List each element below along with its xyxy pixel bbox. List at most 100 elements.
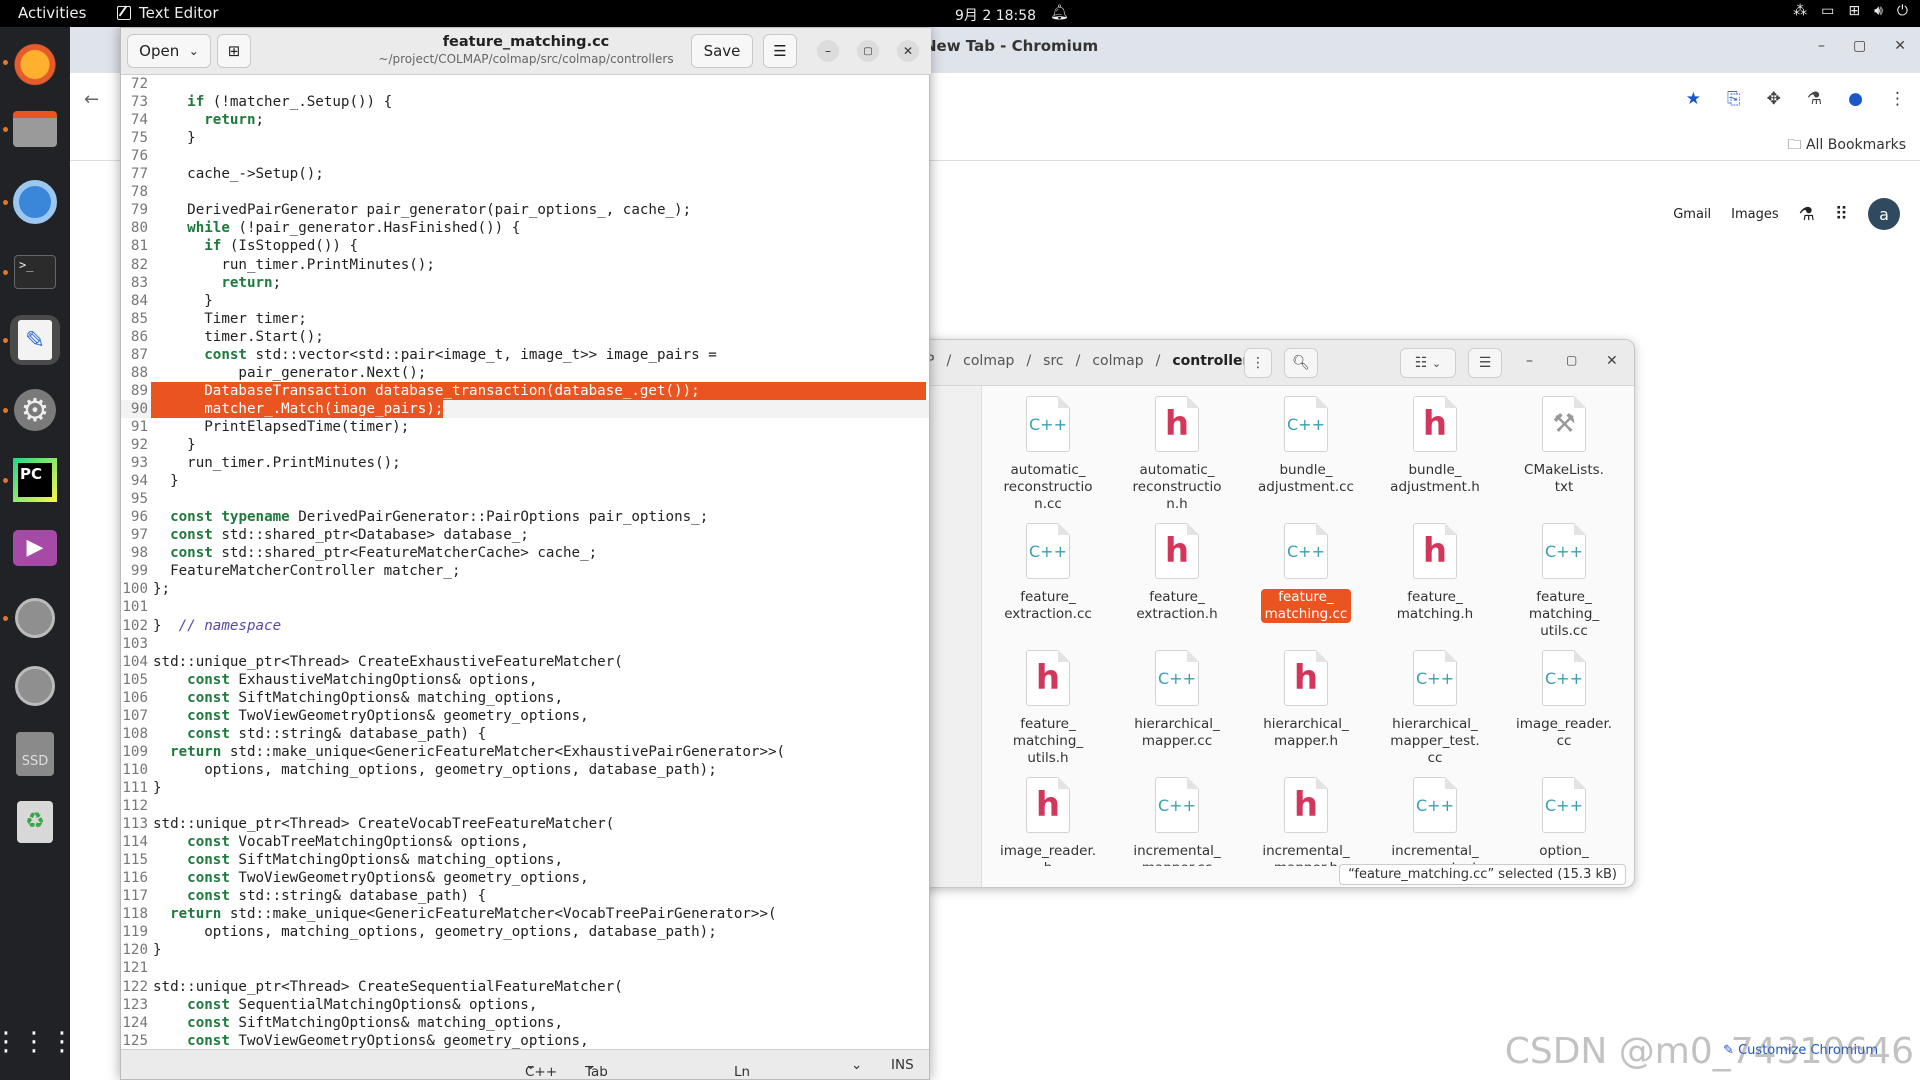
code-line[interactable]: 86 timer.Start(); bbox=[121, 328, 929, 346]
code-line[interactable]: 90 matcher_.Match(image_pairs); bbox=[121, 399, 929, 418]
file-item[interactable]: C++ bundle_ adjustment.cc bbox=[1246, 396, 1366, 496]
settings-icon[interactable]: ⚙ bbox=[10, 385, 60, 435]
code-line[interactable]: 102} // namespace bbox=[121, 617, 929, 635]
file-item[interactable]: C++ image_reader. cc bbox=[1504, 650, 1624, 750]
media-player-icon[interactable]: ▶ bbox=[10, 523, 60, 573]
labs-flask-icon[interactable]: ⚗ bbox=[1799, 204, 1815, 225]
gmail-link[interactable]: Gmail bbox=[1673, 207, 1711, 222]
code-line[interactable]: 82 run_timer.PrintMinutes(); bbox=[121, 256, 929, 274]
file-item[interactable]: C++ hierarchical_ mapper.cc bbox=[1117, 650, 1237, 750]
app-grid-icon[interactable]: ⋮⋮⋮ bbox=[0, 1017, 75, 1067]
tab-width-selector[interactable]: Tab Width: 8 ⌄ bbox=[585, 1057, 608, 1080]
code-line[interactable]: 99 FeatureMatcherController matcher_; bbox=[121, 562, 929, 580]
code-line[interactable]: 85 Timer timer; bbox=[121, 310, 929, 328]
code-line[interactable]: 121 bbox=[121, 959, 929, 977]
files-icon[interactable] bbox=[10, 104, 60, 154]
pycharm-icon[interactable]: PC bbox=[10, 455, 60, 505]
disk-icon-2[interactable] bbox=[10, 661, 60, 711]
file-item[interactable]: ⚒ CMakeLists. txt bbox=[1504, 396, 1624, 496]
file-item[interactable]: C++ feature_ matching_ utils.cc bbox=[1504, 523, 1624, 640]
insert-mode[interactable]: INS bbox=[891, 1057, 914, 1073]
code-line[interactable]: 95 bbox=[121, 490, 929, 508]
bookmark-star-icon[interactable]: ★ bbox=[1686, 89, 1701, 109]
file-item[interactable]: h feature_ matching_ utils.h bbox=[988, 650, 1108, 767]
file-item[interactable]: h automatic_ reconstructio n.h bbox=[1117, 396, 1237, 513]
code-line[interactable]: 93 run_timer.PrintMinutes(); bbox=[121, 454, 929, 472]
path-menu-button[interactable]: ⋮ bbox=[1244, 348, 1272, 378]
breadcrumb-item[interactable]: src bbox=[1043, 353, 1063, 369]
code-line[interactable]: 84 } bbox=[121, 292, 929, 310]
back-arrow-icon[interactable]: ← bbox=[84, 89, 99, 110]
code-line[interactable]: 100}; bbox=[121, 580, 929, 598]
trash-icon[interactable]: ♻ bbox=[10, 797, 60, 847]
code-line[interactable]: 98 const std::shared_ptr<FeatureMatcherC… bbox=[121, 544, 929, 562]
code-line[interactable]: 81 if (IsStopped()) { bbox=[121, 237, 929, 255]
kebab-menu-icon[interactable]: ⋮ bbox=[1889, 89, 1906, 109]
code-line[interactable]: 92 } bbox=[121, 436, 929, 454]
code-line[interactable]: 97 const std::shared_ptr<Database> datab… bbox=[121, 526, 929, 544]
code-line[interactable]: 120} bbox=[121, 941, 929, 959]
code-line[interactable]: 72 bbox=[121, 75, 929, 93]
file-item[interactable]: h bundle_ adjustment.h bbox=[1375, 396, 1495, 496]
breadcrumb-item[interactable]: colmap bbox=[1092, 353, 1143, 369]
avatar[interactable]: a bbox=[1868, 198, 1900, 230]
images-link[interactable]: Images bbox=[1731, 207, 1779, 222]
code-line[interactable]: 83 return; bbox=[121, 274, 929, 292]
system-tray[interactable]: ⁂ ▭ ⊞ 🔊︎ ⏻ bbox=[1793, 3, 1908, 19]
code-line[interactable]: 112 bbox=[121, 797, 929, 815]
code-line[interactable]: 76 bbox=[121, 147, 929, 165]
save-button[interactable]: Save bbox=[691, 34, 753, 68]
code-line[interactable]: 119 options, matching_options, geometry_… bbox=[121, 923, 929, 941]
code-line[interactable]: 80 while (!pair_generator.HasFinished())… bbox=[121, 219, 929, 237]
code-line[interactable]: 122 std::unique_ptr<Thread> CreateSequent… bbox=[121, 978, 929, 996]
code-line[interactable]: 109 return std::make_unique<GenericFeatu… bbox=[121, 743, 929, 761]
position-dropdown[interactable]: ⌄ bbox=[851, 1057, 862, 1073]
code-line[interactable]: 123 const SequentialMatchingOptions& opt… bbox=[121, 996, 929, 1014]
file-item[interactable]: h image_reader.h bbox=[988, 777, 1108, 866]
breadcrumb-item[interactable]: colmap bbox=[963, 353, 1014, 369]
code-line[interactable]: 73 if (!matcher_.Setup()) { bbox=[121, 93, 929, 111]
translate-icon[interactable]: ⎘ bbox=[1727, 89, 1741, 109]
apps-grid-icon[interactable]: ⠿ bbox=[1835, 204, 1848, 225]
file-item[interactable]: C++ automatic_ reconstructio n.cc bbox=[988, 396, 1108, 513]
code-line[interactable]: 110 options, matching_options, geometry_… bbox=[121, 761, 929, 779]
close-icon[interactable]: ✕ bbox=[1606, 353, 1618, 369]
code-line[interactable]: 118 return std::make_unique<GenericFeatu… bbox=[121, 905, 929, 923]
text-editor-dock-icon[interactable]: ✎ bbox=[10, 315, 60, 365]
code-line[interactable]: 89 DatabaseTransaction database_transact… bbox=[121, 381, 929, 400]
code-line[interactable]: 116 const TwoViewGeometryOptions& geomet… bbox=[121, 869, 929, 887]
code-line[interactable]: 105 const ExhaustiveMatchingOptions& opt… bbox=[121, 671, 929, 689]
code-line[interactable]: 113 std::unique_ptr<Thread> CreateVocabTr… bbox=[121, 815, 929, 833]
code-line[interactable]: 114 const VocabTreeMatchingOptions& opti… bbox=[121, 833, 929, 851]
code-line[interactable]: 77 cache_->Setup(); bbox=[121, 165, 929, 183]
all-bookmarks-button[interactable]: 🗀︎ All Bookmarks bbox=[1788, 134, 1906, 158]
code-line[interactable]: 87 const std::vector<std::pair<image_t, … bbox=[121, 346, 929, 364]
code-line[interactable]: 115 const SiftMatchingOptions& matching_… bbox=[121, 851, 929, 869]
file-item[interactable]: C++ hierarchical_ mapper_test. cc bbox=[1375, 650, 1495, 767]
disk-icon[interactable] bbox=[10, 593, 60, 643]
code-view[interactable]: 72 73 if (!matcher_.Setup()) {74 return; 7… bbox=[121, 75, 929, 1050]
new-tab-button[interactable]: ⊞ bbox=[217, 34, 251, 68]
maximize-icon[interactable]: ▢ bbox=[1566, 353, 1577, 367]
file-item[interactable]: C++ feature_ extraction.cc bbox=[988, 523, 1108, 623]
view-mode-button[interactable]: ☷ ⌄ bbox=[1400, 348, 1456, 378]
language-selector[interactable]: C++ ⌄ bbox=[525, 1057, 557, 1080]
file-item[interactable]: h feature_ extraction.h bbox=[1117, 523, 1237, 623]
file-item[interactable]: h incremental_mapper.h bbox=[1246, 777, 1366, 866]
file-item[interactable]: h feature_ matching.h bbox=[1375, 523, 1495, 623]
file-item[interactable]: C++ feature_ matching.cc bbox=[1246, 523, 1366, 623]
extensions-icon[interactable]: ✥ bbox=[1767, 89, 1781, 109]
minimize-icon[interactable]: – bbox=[1526, 353, 1533, 369]
minimize-button[interactable]: – bbox=[817, 40, 839, 62]
code-line[interactable]: 96 const typename DerivedPairGenerator::… bbox=[121, 508, 929, 526]
terminal-icon[interactable]: >_ bbox=[10, 247, 60, 297]
code-line[interactable]: 117 const std::string& database_path) { bbox=[121, 887, 929, 905]
code-line[interactable]: 104 std::unique_ptr<Thread> CreateExhaust… bbox=[121, 653, 929, 671]
maximize-icon[interactable]: ▢ bbox=[1853, 38, 1866, 54]
code-line[interactable]: 124 const SiftMatchingOptions& matching_… bbox=[121, 1014, 929, 1032]
maximize-button[interactable]: ▢ bbox=[857, 40, 879, 62]
app-menu[interactable]: Text Editor bbox=[117, 4, 219, 22]
main-menu-button[interactable]: ☰ bbox=[1468, 348, 1502, 378]
tab-new-tab[interactable]: New Tab - Chromium bbox=[924, 37, 1098, 55]
open-button[interactable]: Open ⌄ bbox=[127, 34, 211, 68]
